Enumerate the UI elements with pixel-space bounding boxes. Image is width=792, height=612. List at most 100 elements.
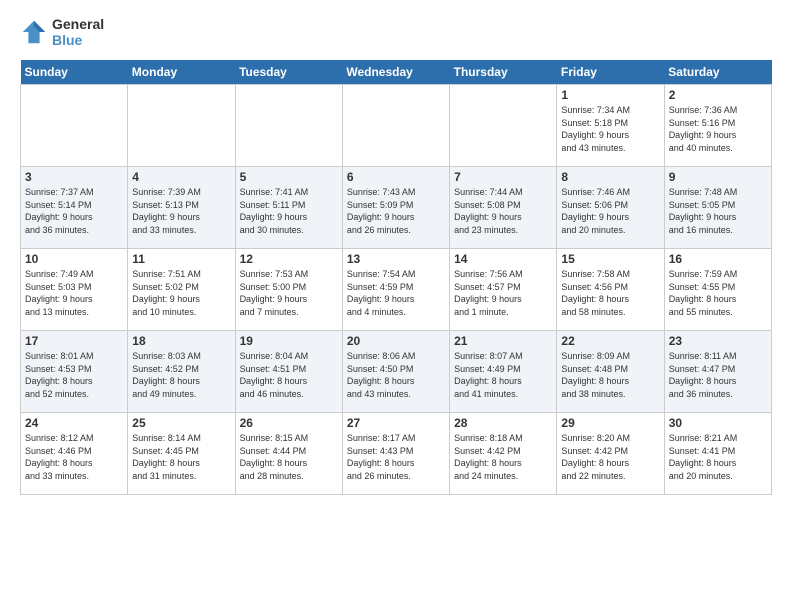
day-info: Sunrise: 8:01 AM Sunset: 4:53 PM Dayligh…: [25, 350, 123, 400]
day-cell: [342, 85, 449, 167]
day-cell: 25 Sunrise: 8:14 AM Sunset: 4:45 PM Dayli…: [128, 413, 235, 495]
day-info: Sunrise: 8:20 AM Sunset: 4:42 PM Dayligh…: [561, 432, 659, 482]
logo-icon: [20, 18, 48, 46]
day-number: 24: [25, 416, 123, 430]
day-number: 18: [132, 334, 230, 348]
day-info: Sunrise: 7:46 AM Sunset: 5:06 PM Dayligh…: [561, 186, 659, 236]
day-info: Sunrise: 8:07 AM Sunset: 4:49 PM Dayligh…: [454, 350, 552, 400]
day-cell: 6Sunrise: 7:43 AM Sunset: 5:09 PM Daylig…: [342, 167, 449, 249]
day-cell: 11Sunrise: 7:51 AM Sunset: 5:02 PM Dayli…: [128, 249, 235, 331]
logo: General Blue: [20, 16, 104, 48]
day-number: 6: [347, 170, 445, 184]
day-info: Sunrise: 8:18 AM Sunset: 4:42 PM Dayligh…: [454, 432, 552, 482]
day-number: 14: [454, 252, 552, 266]
day-number: 3: [25, 170, 123, 184]
day-info: Sunrise: 7:39 AM Sunset: 5:13 PM Dayligh…: [132, 186, 230, 236]
day-info: Sunrise: 7:36 AM Sunset: 5:16 PM Dayligh…: [669, 104, 767, 154]
day-cell: 20 Sunrise: 8:06 AM Sunset: 4:50 PM Dayli…: [342, 331, 449, 413]
day-number: 10: [25, 252, 123, 266]
day-cell: [235, 85, 342, 167]
day-cell: 3 Sunrise: 7:37 AM Sunset: 5:14 PM Daylig…: [21, 167, 128, 249]
day-number: 28: [454, 416, 552, 430]
day-number: 30: [669, 416, 767, 430]
day-cell: 5Sunrise: 7:41 AM Sunset: 5:11 PM Daylig…: [235, 167, 342, 249]
day-info: Sunrise: 8:17 AM Sunset: 4:43 PM Dayligh…: [347, 432, 445, 482]
day-info: Sunrise: 7:54 AM Sunset: 4:59 PM Dayligh…: [347, 268, 445, 318]
day-number: 1: [561, 88, 659, 102]
day-info: Sunrise: 7:56 AM Sunset: 4:57 PM Dayligh…: [454, 268, 552, 318]
day-cell: 2 Sunrise: 7:36 AM Sunset: 5:16 PM Daylig…: [664, 85, 771, 167]
day-info: Sunrise: 8:09 AM Sunset: 4:48 PM Dayligh…: [561, 350, 659, 400]
day-number: 13: [347, 252, 445, 266]
day-cell: 26 Sunrise: 8:15 AM Sunset: 4:44 PM Dayli…: [235, 413, 342, 495]
day-info: Sunrise: 7:41 AM Sunset: 5:11 PM Dayligh…: [240, 186, 338, 236]
week-row-1: 1 Sunrise: 7:34 AM Sunset: 5:18 PM Daylig…: [21, 85, 772, 167]
day-cell: 23 Sunrise: 8:11 AM Sunset: 4:47 PM Dayli…: [664, 331, 771, 413]
day-number: 17: [25, 334, 123, 348]
day-cell: 7 Sunrise: 7:44 AM Sunset: 5:08 PM Daylig…: [450, 167, 557, 249]
day-number: 4: [132, 170, 230, 184]
day-info: Sunrise: 8:11 AM Sunset: 4:47 PM Dayligh…: [669, 350, 767, 400]
header-row: SundayMondayTuesdayWednesdayThursdayFrid…: [21, 60, 772, 85]
week-row-4: 17 Sunrise: 8:01 AM Sunset: 4:53 PM Dayli…: [21, 331, 772, 413]
day-number: 19: [240, 334, 338, 348]
col-header-thursday: Thursday: [450, 60, 557, 85]
day-number: 20: [347, 334, 445, 348]
day-cell: 19 Sunrise: 8:04 AM Sunset: 4:51 PM Dayli…: [235, 331, 342, 413]
day-number: 25: [132, 416, 230, 430]
day-cell: 16Sunrise: 7:59 AM Sunset: 4:55 PM Dayli…: [664, 249, 771, 331]
day-number: 21: [454, 334, 552, 348]
day-cell: 1 Sunrise: 7:34 AM Sunset: 5:18 PM Daylig…: [557, 85, 664, 167]
day-number: 11: [132, 252, 230, 266]
day-number: 12: [240, 252, 338, 266]
day-number: 26: [240, 416, 338, 430]
page-container: General Blue SundayMondayTuesdayWednesda…: [0, 0, 792, 505]
day-number: 22: [561, 334, 659, 348]
week-row-5: 24 Sunrise: 8:12 AM Sunset: 4:46 PM Dayli…: [21, 413, 772, 495]
day-cell: [450, 85, 557, 167]
day-cell: 4 Sunrise: 7:39 AM Sunset: 5:13 PM Daylig…: [128, 167, 235, 249]
day-cell: [21, 85, 128, 167]
day-cell: 15 Sunrise: 7:58 AM Sunset: 4:56 PM Dayli…: [557, 249, 664, 331]
header: General Blue: [20, 16, 772, 48]
day-number: 23: [669, 334, 767, 348]
day-info: Sunrise: 8:04 AM Sunset: 4:51 PM Dayligh…: [240, 350, 338, 400]
day-info: Sunrise: 7:58 AM Sunset: 4:56 PM Dayligh…: [561, 268, 659, 318]
col-header-sunday: Sunday: [21, 60, 128, 85]
logo-text: General Blue: [52, 16, 104, 48]
day-number: 15: [561, 252, 659, 266]
day-cell: 9 Sunrise: 7:48 AM Sunset: 5:05 PM Daylig…: [664, 167, 771, 249]
day-cell: 8 Sunrise: 7:46 AM Sunset: 5:06 PM Daylig…: [557, 167, 664, 249]
day-info: Sunrise: 7:37 AM Sunset: 5:14 PM Dayligh…: [25, 186, 123, 236]
day-cell: 18 Sunrise: 8:03 AM Sunset: 4:52 PM Dayli…: [128, 331, 235, 413]
day-cell: 12Sunrise: 7:53 AM Sunset: 5:00 PM Dayli…: [235, 249, 342, 331]
day-cell: 17 Sunrise: 8:01 AM Sunset: 4:53 PM Dayli…: [21, 331, 128, 413]
day-number: 8: [561, 170, 659, 184]
day-cell: 13 Sunrise: 7:54 AM Sunset: 4:59 PM Dayli…: [342, 249, 449, 331]
day-number: 2: [669, 88, 767, 102]
day-cell: 24 Sunrise: 8:12 AM Sunset: 4:46 PM Dayli…: [21, 413, 128, 495]
day-cell: 22 Sunrise: 8:09 AM Sunset: 4:48 PM Dayli…: [557, 331, 664, 413]
day-info: Sunrise: 8:15 AM Sunset: 4:44 PM Dayligh…: [240, 432, 338, 482]
day-info: Sunrise: 8:06 AM Sunset: 4:50 PM Dayligh…: [347, 350, 445, 400]
day-info: Sunrise: 8:14 AM Sunset: 4:45 PM Dayligh…: [132, 432, 230, 482]
day-cell: 14 Sunrise: 7:56 AM Sunset: 4:57 PM Dayli…: [450, 249, 557, 331]
day-info: Sunrise: 8:12 AM Sunset: 4:46 PM Dayligh…: [25, 432, 123, 482]
day-cell: 29Sunrise: 8:20 AM Sunset: 4:42 PM Dayli…: [557, 413, 664, 495]
day-cell: 21 Sunrise: 8:07 AM Sunset: 4:49 PM Dayli…: [450, 331, 557, 413]
col-header-saturday: Saturday: [664, 60, 771, 85]
day-number: 7: [454, 170, 552, 184]
day-info: Sunrise: 7:59 AM Sunset: 4:55 PM Dayligh…: [669, 268, 767, 318]
day-info: Sunrise: 7:49 AM Sunset: 5:03 PM Dayligh…: [25, 268, 123, 318]
col-header-tuesday: Tuesday: [235, 60, 342, 85]
week-row-3: 10 Sunrise: 7:49 AM Sunset: 5:03 PM Dayli…: [21, 249, 772, 331]
day-info: Sunrise: 8:03 AM Sunset: 4:52 PM Dayligh…: [132, 350, 230, 400]
day-number: 9: [669, 170, 767, 184]
col-header-friday: Friday: [557, 60, 664, 85]
day-info: Sunrise: 7:44 AM Sunset: 5:08 PM Dayligh…: [454, 186, 552, 236]
day-info: Sunrise: 8:21 AM Sunset: 4:41 PM Dayligh…: [669, 432, 767, 482]
col-header-monday: Monday: [128, 60, 235, 85]
day-info: Sunrise: 7:48 AM Sunset: 5:05 PM Dayligh…: [669, 186, 767, 236]
day-info: Sunrise: 7:34 AM Sunset: 5:18 PM Dayligh…: [561, 104, 659, 154]
day-number: 27: [347, 416, 445, 430]
